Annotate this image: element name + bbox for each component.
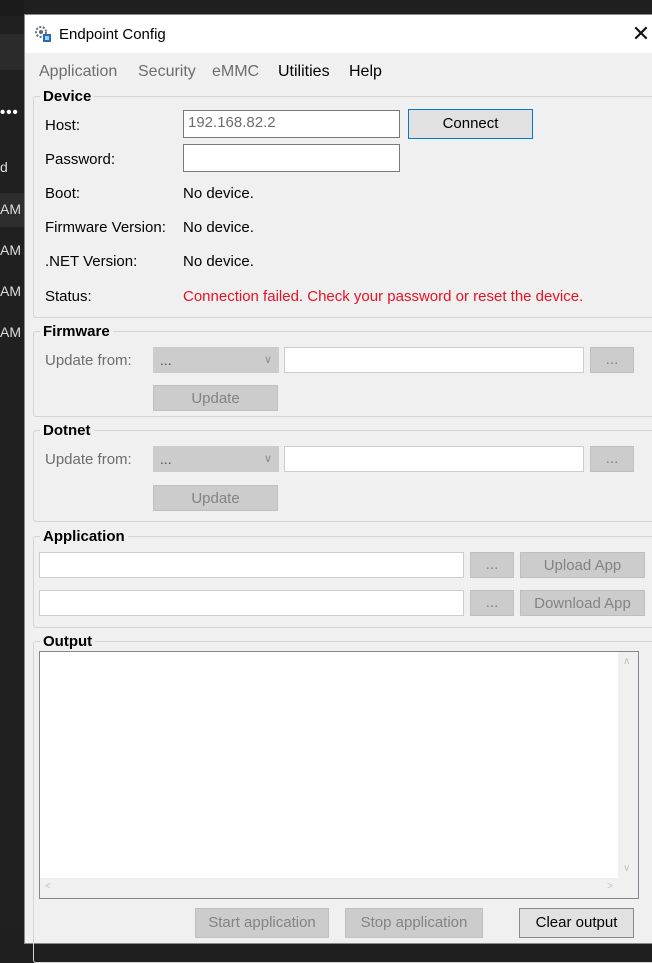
status-label: Status: — [45, 288, 92, 305]
dotnet-version-value: No device. — [183, 253, 254, 270]
password-input[interactable] — [183, 144, 400, 172]
endpoint-config-window: Endpoint Config ✕ Application Security e… — [24, 14, 652, 963]
output-group-title: Output — [40, 633, 96, 650]
stop-application-button[interactable]: Stop application — [345, 908, 483, 938]
host-input[interactable]: 192.168.82.2 — [183, 110, 400, 138]
more-options-icon[interactable]: ••• — [0, 104, 19, 121]
boot-value: No device. — [183, 185, 254, 202]
title-bar[interactable]: Endpoint Config ✕ — [25, 15, 652, 53]
firmware-update-from-label: Update from: — [45, 352, 132, 369]
output-vertical-scrollbar[interactable]: ∧ ∨ — [618, 652, 638, 878]
scroll-left-icon[interactable]: < — [45, 881, 51, 892]
application-group: Application ... Upload App ... Download … — [33, 528, 652, 628]
dotnet-version-label: .NET Version: — [45, 253, 138, 270]
menu-emmc[interactable]: eMMC — [212, 63, 259, 81]
menu-application[interactable]: Application — [39, 63, 117, 81]
host-input-value: 192.168.82.2 — [188, 114, 276, 131]
background-app: ••• d AM AM AM AM — [0, 0, 24, 929]
menu-utilities[interactable]: Utilities — [278, 63, 330, 81]
firmware-group-title: Firmware — [40, 323, 113, 340]
upload-app-button[interactable]: Upload App — [520, 552, 645, 578]
dotnet-source-select[interactable]: ... ∨ — [153, 446, 279, 472]
scroll-up-icon[interactable]: ∧ — [623, 656, 630, 667]
firmware-update-button[interactable]: Update — [153, 385, 278, 411]
status-value: Connection failed. Check your password o… — [183, 288, 584, 305]
background-app-topbar — [0, 0, 24, 16]
firmware-group: Firmware Update from: ... ∨ ... Update — [33, 323, 652, 417]
firmware-source-select[interactable]: ... ∨ — [153, 347, 279, 373]
background-app-item[interactable]: AM — [0, 283, 21, 299]
host-label: Host: — [45, 117, 81, 134]
app-config-icon — [35, 26, 51, 42]
firmware-path-input[interactable] — [284, 347, 584, 373]
application-group-title: Application — [40, 528, 128, 545]
firmware-version-value: No device. — [183, 219, 254, 236]
start-application-button[interactable]: Start application — [195, 908, 329, 938]
background-app-panel — [0, 34, 24, 70]
dotnet-update-button[interactable]: Update — [153, 485, 278, 511]
firmware-source-value: ... — [160, 352, 172, 368]
output-textarea[interactable]: ∧ ∨ < > — [39, 651, 639, 899]
clear-output-button[interactable]: Clear output — [519, 908, 634, 938]
output-horizontal-scrollbar[interactable]: < > — [40, 878, 618, 898]
upload-path-input[interactable] — [39, 552, 464, 578]
firmware-browse-button[interactable]: ... — [590, 347, 634, 373]
background-app-item[interactable]: AM — [0, 201, 21, 217]
connect-button[interactable]: Connect — [408, 109, 533, 139]
menu-security[interactable]: Security — [138, 63, 196, 81]
device-group-title: Device — [40, 88, 95, 105]
scrollbar-corner — [618, 878, 638, 898]
dotnet-source-value: ... — [160, 451, 172, 467]
dotnet-update-from-label: Update from: — [45, 451, 132, 468]
password-label: Password: — [45, 151, 116, 168]
download-path-input[interactable] — [39, 590, 464, 616]
chevron-down-icon: ∨ — [263, 453, 272, 465]
output-group: Output ∧ ∨ < > Start application Stop ap… — [33, 633, 652, 963]
boot-label: Boot: — [45, 185, 81, 202]
firmware-version-label: Firmware Version: — [45, 219, 166, 236]
scroll-right-icon[interactable]: > — [607, 881, 613, 892]
dotnet-browse-button[interactable]: ... — [590, 446, 634, 472]
dotnet-group: Dotnet Update from: ... ∨ ... Update — [33, 422, 652, 522]
dotnet-path-input[interactable] — [284, 446, 584, 472]
background-app-item: d — [0, 159, 8, 175]
device-group: Device Host: 192.168.82.2 Connect Passwo… — [33, 88, 652, 318]
dotnet-group-title: Dotnet — [40, 422, 94, 439]
close-icon[interactable]: ✕ — [629, 21, 652, 47]
download-app-button[interactable]: Download App — [520, 590, 645, 616]
download-browse-button[interactable]: ... — [470, 590, 514, 616]
background-app-item[interactable]: AM — [0, 324, 21, 340]
background-app-item[interactable]: AM — [0, 242, 21, 258]
menu-help[interactable]: Help — [349, 63, 382, 81]
scroll-down-icon[interactable]: ∨ — [623, 863, 630, 874]
upload-browse-button[interactable]: ... — [470, 552, 514, 578]
window-title: Endpoint Config — [59, 26, 166, 43]
chevron-down-icon: ∨ — [263, 354, 272, 366]
